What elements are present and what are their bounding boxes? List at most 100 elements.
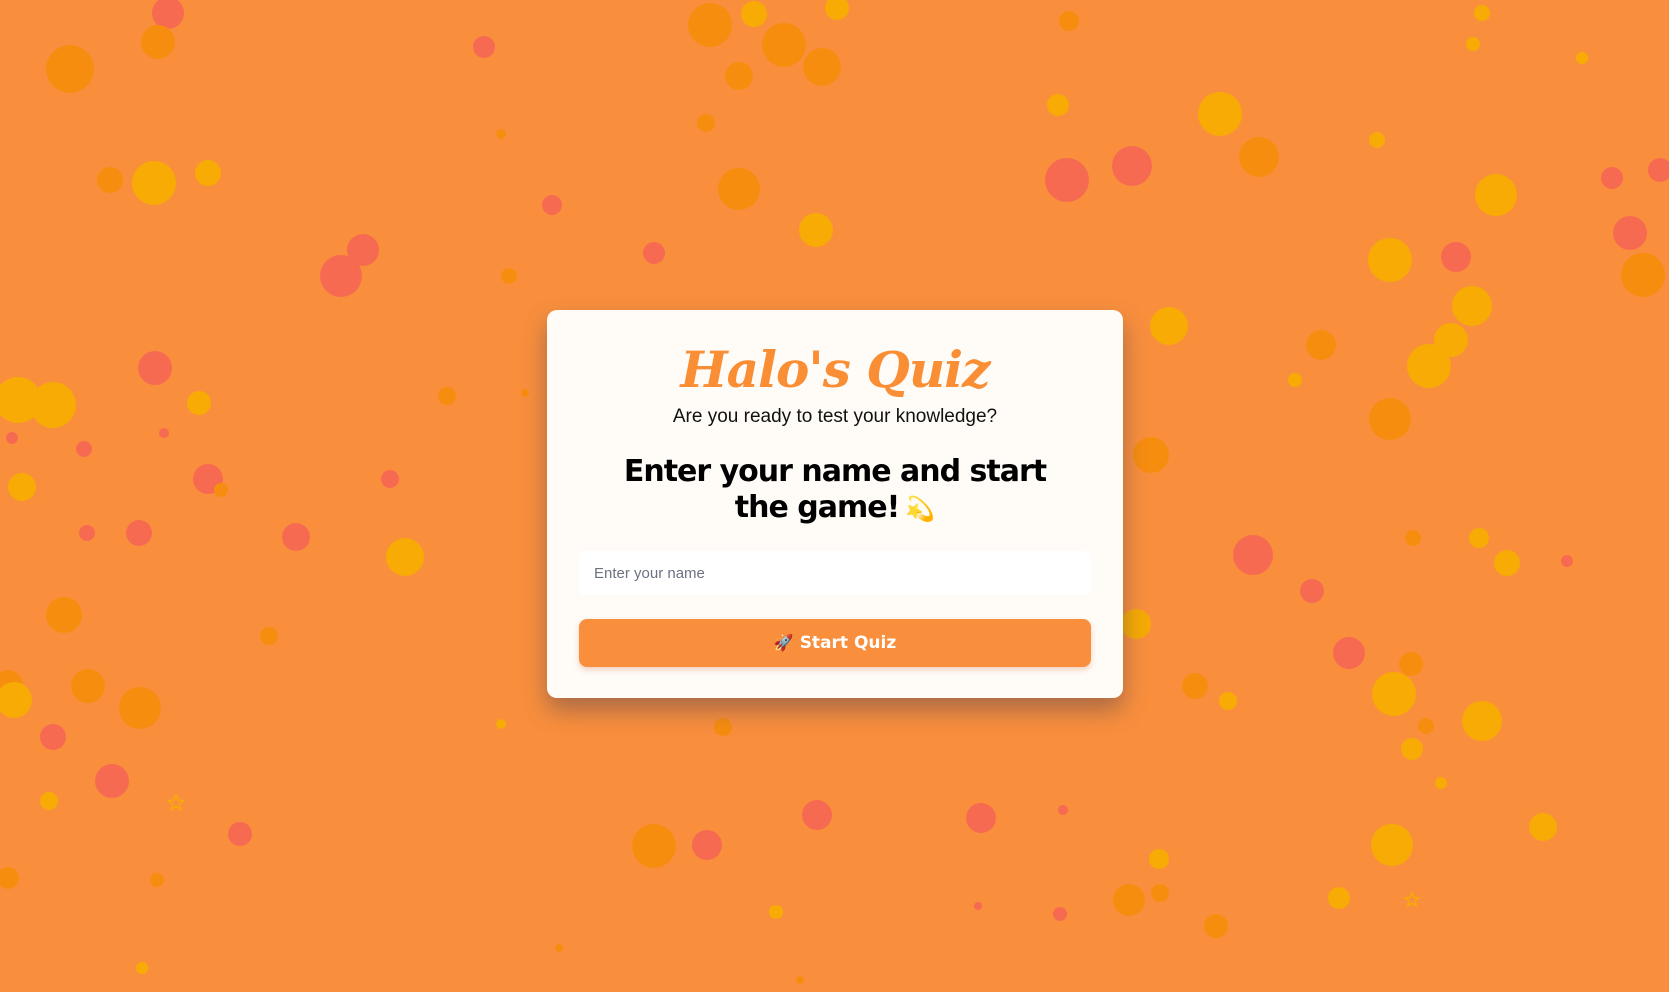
confetti-dot — [496, 719, 506, 729]
confetti-dot — [40, 724, 66, 750]
confetti-dot — [79, 525, 95, 541]
confetti-dot — [381, 470, 399, 488]
confetti-dot — [386, 538, 424, 576]
confetti-dot — [46, 45, 94, 93]
confetti-dot — [195, 160, 221, 186]
start-heading-text: Enter your name and start the game! — [623, 454, 1047, 525]
confetti-dot — [1133, 437, 1169, 473]
confetti-dot — [95, 764, 129, 798]
confetti-dot — [187, 391, 211, 415]
start-quiz-button[interactable]: 🚀 Start Quiz — [579, 619, 1091, 667]
confetti-dot — [40, 792, 58, 810]
confetti-dot — [501, 268, 517, 284]
confetti-dot — [521, 389, 529, 397]
confetti-dot — [76, 441, 92, 457]
confetti-dot — [799, 213, 833, 247]
confetti-dot — [1288, 373, 1302, 387]
confetti-dot — [632, 824, 676, 868]
confetti-dot — [1462, 701, 1502, 741]
confetti-dot — [46, 597, 82, 633]
confetti-dot — [1494, 550, 1520, 576]
confetti-dot — [1576, 52, 1588, 64]
confetti-dot — [126, 520, 152, 546]
confetti-dot — [473, 36, 495, 58]
confetti-dot — [1306, 330, 1336, 360]
confetti-dot — [159, 428, 169, 438]
confetti-dot — [542, 195, 562, 215]
confetti-dot — [1469, 528, 1489, 548]
confetti-dot — [1401, 738, 1423, 760]
confetti-dot — [643, 242, 665, 264]
confetti-dot — [1053, 907, 1067, 921]
confetti-dot — [1466, 37, 1480, 51]
confetti-dot — [141, 25, 175, 59]
confetti-dot — [1058, 805, 1068, 815]
confetti-dot — [1372, 672, 1416, 716]
confetti-dot — [214, 483, 228, 497]
confetti-dot — [796, 976, 804, 984]
start-quiz-label: Start Quiz — [799, 633, 897, 653]
confetti-dot — [1405, 530, 1421, 546]
confetti-dot — [1441, 242, 1471, 272]
confetti-dot — [769, 905, 783, 919]
confetti-dot — [1112, 146, 1152, 186]
confetti-dot — [688, 3, 732, 47]
confetti-dot — [30, 382, 76, 428]
confetti-dot — [496, 129, 506, 139]
confetti-dot — [974, 902, 982, 910]
confetti-dot — [802, 800, 832, 830]
confetti-dot — [132, 161, 176, 205]
confetti-dot — [1328, 887, 1350, 909]
confetti-dot — [150, 873, 164, 887]
confetti-dot — [282, 523, 310, 551]
confetti-dot — [1198, 92, 1242, 136]
confetti-dot — [1239, 137, 1279, 177]
confetti-dot — [1113, 884, 1145, 916]
confetti-dot — [697, 114, 715, 132]
confetti-dot — [1371, 824, 1413, 866]
app-title: Halo's Quiz — [680, 340, 990, 399]
confetti-dot — [1233, 535, 1273, 575]
confetti-dot — [8, 473, 36, 501]
confetti-dot — [1059, 11, 1079, 31]
confetti-dot — [136, 962, 148, 974]
confetti-dot — [1561, 555, 1573, 567]
confetti-dot — [1300, 579, 1324, 603]
confetti-dot — [6, 432, 18, 444]
confetti-dot — [1121, 609, 1151, 639]
rocket-icon: 🚀 — [773, 633, 794, 652]
confetti-dot — [1475, 174, 1517, 216]
confetti-dot — [1407, 344, 1451, 388]
name-input[interactable] — [579, 551, 1091, 595]
confetti-dot — [1613, 216, 1647, 250]
confetti-dot — [1045, 158, 1089, 202]
confetti-dot — [228, 822, 252, 846]
confetti-dot — [714, 718, 732, 736]
confetti-dot — [762, 23, 806, 67]
confetti-dot — [555, 944, 563, 952]
confetti-dot — [1047, 94, 1069, 116]
confetti-dot — [1333, 637, 1365, 669]
confetti-dot — [692, 830, 722, 860]
confetti-dot — [119, 687, 161, 729]
confetti-dot — [1182, 673, 1208, 699]
confetti-dot — [725, 62, 753, 90]
confetti-dot — [1418, 718, 1434, 734]
confetti-dot — [1452, 286, 1492, 326]
app-subtitle: Are you ready to test your knowledge? — [672, 406, 998, 427]
confetti-dot — [1204, 914, 1228, 938]
confetti-dot — [320, 255, 362, 297]
confetti-dot — [1219, 692, 1237, 710]
confetti-dot — [1435, 777, 1447, 789]
confetti-dot — [1621, 253, 1665, 297]
confetti-dot — [1150, 307, 1188, 345]
confetti-dot — [718, 168, 760, 210]
confetti-dot — [1369, 398, 1411, 440]
confetti-dot — [71, 669, 105, 703]
confetti-dot — [1474, 5, 1490, 21]
confetti-dot — [1601, 167, 1623, 189]
confetti-dot — [1149, 849, 1169, 869]
confetti-dot — [260, 627, 278, 645]
confetti-dot — [1369, 132, 1385, 148]
confetti-dot — [1399, 652, 1423, 676]
